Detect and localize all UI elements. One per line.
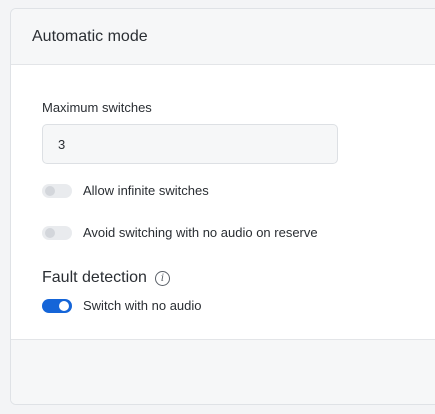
panel-title: Automatic mode xyxy=(32,27,148,45)
avoid-switching-row[interactable]: Avoid switching with no audio on reserve xyxy=(42,225,318,240)
switch-with-no-audio-row[interactable]: Switch with no audio xyxy=(42,298,202,313)
toggle-knob xyxy=(59,300,69,311)
panel-header: Automatic mode xyxy=(11,9,435,65)
fault-detection-heading: Fault detection i xyxy=(42,269,170,287)
avoid-switching-toggle[interactable] xyxy=(42,225,72,240)
avoid-switching-label: Avoid switching with no audio on reserve xyxy=(83,225,318,240)
toggle-knob xyxy=(45,227,55,238)
max-switches-input[interactable]: 3 xyxy=(42,124,338,164)
max-switches-value: 3 xyxy=(58,136,66,152)
allow-infinite-switches-row[interactable]: Allow infinite switches xyxy=(42,183,209,198)
max-switches-label: Maximum switches xyxy=(42,100,152,115)
automatic-mode-panel: Automatic mode Maximum switches 3 Allow … xyxy=(10,8,435,405)
switch-with-no-audio-label: Switch with no audio xyxy=(83,298,202,313)
toggle-knob xyxy=(45,185,55,196)
allow-infinite-switches-label: Allow infinite switches xyxy=(83,183,209,198)
fault-detection-title: Fault detection xyxy=(42,269,147,286)
panel-footer xyxy=(11,339,435,404)
switch-with-no-audio-toggle[interactable] xyxy=(42,298,72,313)
allow-infinite-switches-toggle[interactable] xyxy=(42,183,72,198)
info-icon[interactable]: i xyxy=(154,270,170,286)
